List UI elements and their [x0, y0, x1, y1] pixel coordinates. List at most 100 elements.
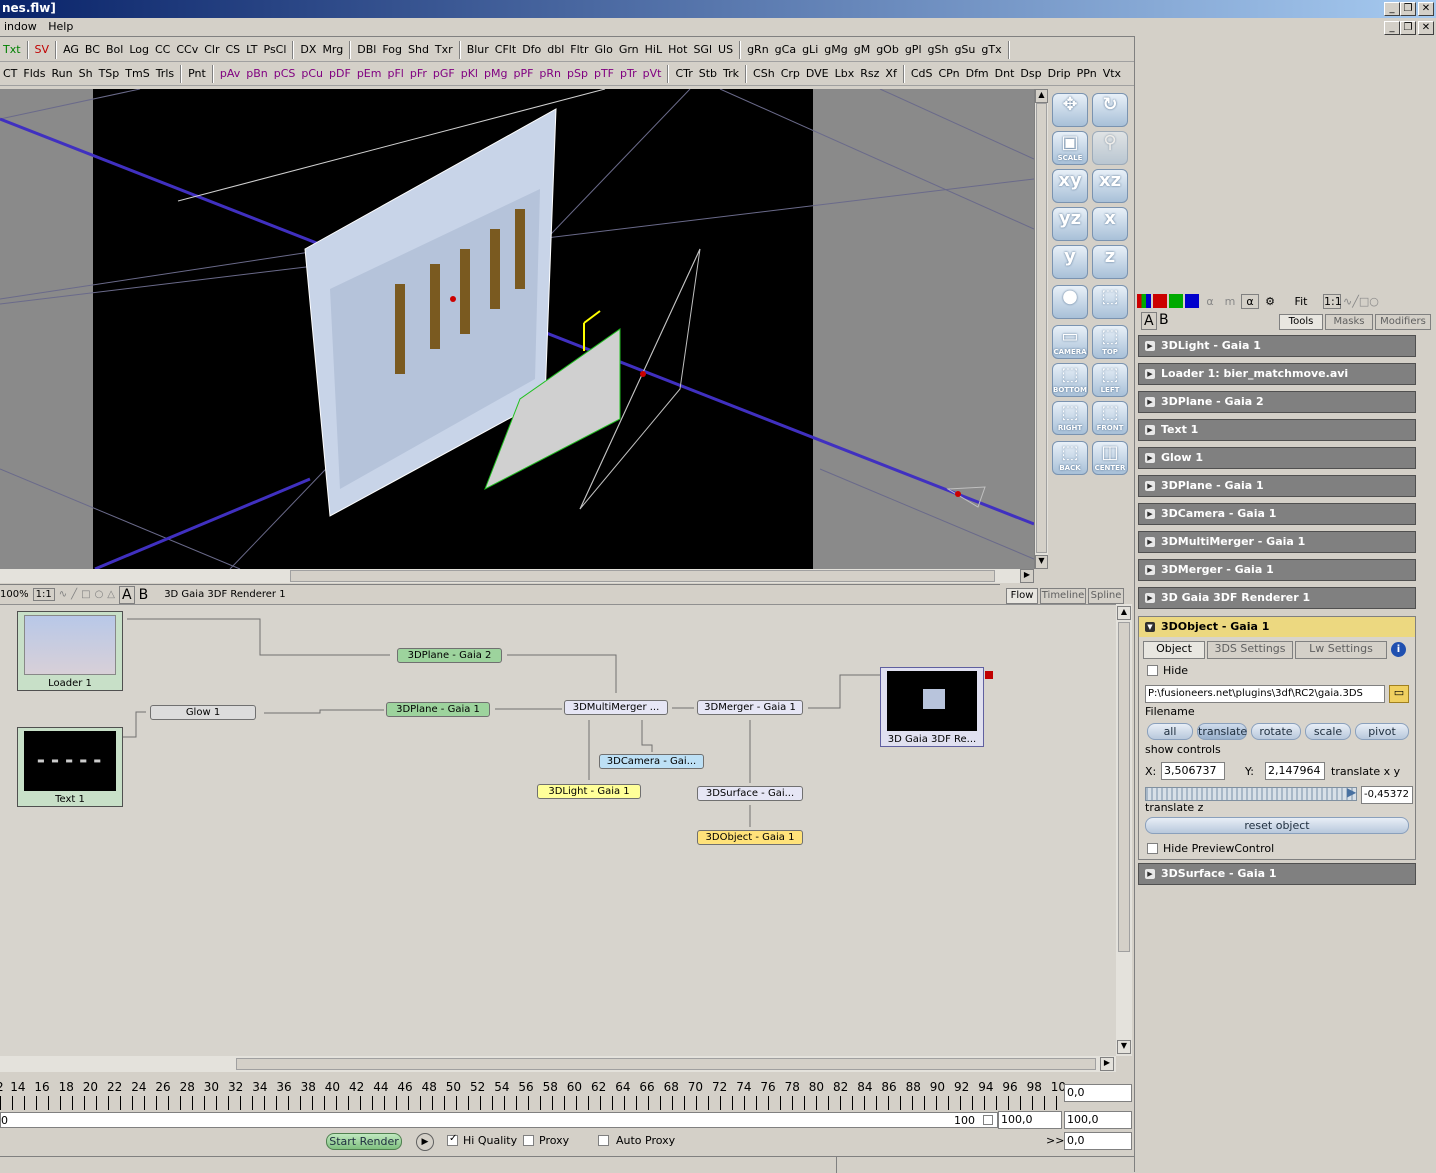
tb1-tool-gm[interactable]: gM [851, 40, 873, 60]
tb2-tool-pfl[interactable]: pFl [384, 64, 406, 84]
blue-channel-icon[interactable] [1185, 294, 1199, 308]
control-header-6[interactable]: ▶ 3DCamera - Gaia 1 [1138, 503, 1416, 525]
tab-spline[interactable]: Spline [1088, 588, 1124, 604]
tb1-tool-dbl[interactable]: DBl [354, 40, 379, 60]
tb2-tool-crp[interactable]: Crp [778, 64, 803, 84]
text-node[interactable]: ▬ ▬ ▬ ▬ ▬ Text 1 [17, 727, 123, 807]
top-view-icon[interactable]: ⬚ TOP [1092, 325, 1128, 359]
doc-close-button[interactable]: ✕ [1418, 21, 1434, 35]
tb1-tool-gca[interactable]: gCa [772, 40, 799, 60]
folder-icon[interactable]: ▭ [1389, 685, 1409, 703]
ratio-button[interactable]: 1:1 [32, 588, 55, 601]
doc-minimize-button[interactable]: _ [1384, 21, 1400, 35]
expand-icon[interactable]: ▶ [1145, 565, 1155, 575]
tb2-tool-drip[interactable]: Drip [1045, 64, 1074, 84]
camera-node[interactable]: 3DCamera - Gai... [599, 754, 704, 769]
play-icon[interactable]: ▶ [416, 1133, 434, 1151]
tb1-tool-dbl[interactable]: dbl [544, 40, 567, 60]
tb1-tool-grn[interactable]: Grn [616, 40, 642, 60]
tb2-tool-trls[interactable]: Trls [153, 64, 177, 84]
step-field[interactable]: 0,0 [1064, 1132, 1132, 1150]
surface-node[interactable]: 3DSurface - Gai... [697, 786, 803, 801]
all-button[interactable]: all [1147, 723, 1193, 740]
tb2-tool-sh[interactable]: Sh [76, 64, 96, 84]
fast-forward-icon[interactable]: >> [1046, 1134, 1064, 1147]
viewport-vscroll[interactable]: ▲ ▼ [1034, 89, 1048, 569]
tb2-tool-run[interactable]: Run [49, 64, 76, 84]
control-header-3[interactable]: ▶ Text 1 [1138, 419, 1416, 441]
info-icon[interactable]: i [1391, 642, 1406, 657]
back-view-icon[interactable]: ⬚ BACK [1052, 441, 1088, 475]
start-render-button[interactable]: Start Render [326, 1133, 402, 1150]
menu-window[interactable]: indow [0, 19, 41, 34]
tb1-tool-fog[interactable]: Fog [379, 40, 405, 60]
merger-node[interactable]: 3DMerger - Gaia 1 [697, 700, 803, 715]
expand-icon[interactable]: ▶ [1145, 509, 1155, 519]
tb1-tool-glo[interactable]: Glo [592, 40, 616, 60]
alpha-icon[interactable]: α [1201, 295, 1219, 308]
tb1-tool-dfo[interactable]: Dfo [519, 40, 544, 60]
tb2-tool-pmg[interactable]: pMg [481, 64, 510, 84]
tb1-tool-blur[interactable]: Blur [464, 40, 492, 60]
filename-input[interactable]: P:\fusioneers.net\plugins\3df\RC2\gaia.3… [1145, 685, 1385, 703]
tb2-tool-psp[interactable]: pSp [564, 64, 591, 84]
range-handle[interactable] [983, 1115, 993, 1125]
tb2-tool-dnt[interactable]: Dnt [992, 64, 1018, 84]
tb2-tool-stb[interactable]: Stb [696, 64, 720, 84]
output-port[interactable] [985, 671, 993, 679]
tb1-tool-ag[interactable]: AG [60, 40, 82, 60]
menu-help[interactable]: Help [44, 19, 77, 34]
tb1-tool-hot[interactable]: Hot [665, 40, 690, 60]
proxy-checkbox[interactable] [523, 1135, 534, 1146]
move-tool-icon[interactable]: ✥ [1052, 93, 1088, 127]
front-view-icon[interactable]: ⬚ FRONT [1092, 401, 1128, 435]
tb2-tool-csh[interactable]: CSh [750, 64, 778, 84]
tb2-tool-prn[interactable]: pRn [536, 64, 564, 84]
flow-vscroll[interactable]: ▲ ▼ [1116, 604, 1132, 1056]
subtab-3ds-settings[interactable]: 3DS Settings [1207, 641, 1293, 659]
tb2-tool-ctr[interactable]: CTr [672, 64, 695, 84]
control-header-4[interactable]: ▶ Glow 1 [1138, 447, 1416, 469]
expand-icon[interactable]: ▶ [1145, 369, 1155, 379]
alpha-active-icon[interactable]: α [1241, 293, 1259, 309]
reset-object-button[interactable]: reset object [1145, 817, 1409, 834]
restore-button[interactable]: ❐ [1400, 2, 1416, 16]
3d-viewport[interactable] [0, 89, 1034, 569]
tb1-tool-cflt[interactable]: CFlt [492, 40, 519, 60]
axis-xy-icon[interactable]: xy [1052, 169, 1088, 203]
expand-icon[interactable]: ▶ [1145, 425, 1155, 435]
tb2-tool-vtx[interactable]: Vtx [1100, 64, 1124, 84]
end-time-field[interactable]: 100,0 [998, 1111, 1062, 1129]
subtab-lw-settings[interactable]: Lw Settings [1295, 641, 1387, 659]
light-view-icon[interactable]: ● [1052, 285, 1088, 319]
plane1-node[interactable]: 3DPlane - Gaia 1 [386, 702, 490, 717]
pivot-button[interactable]: pivot [1355, 723, 1409, 740]
tb1-tool-gob[interactable]: gOb [873, 40, 902, 60]
tb1-tool-us[interactable]: US [715, 40, 736, 60]
tab-timeline[interactable]: Timeline [1040, 588, 1086, 604]
tb2-tool-pnt[interactable]: Pnt [185, 64, 209, 84]
flow-hscroll[interactable]: ▶ [0, 1056, 1116, 1072]
axis-y-icon[interactable]: y [1052, 245, 1088, 279]
curve-icon[interactable]: ∿ [59, 589, 67, 600]
tb2-tool-cpn[interactable]: CPn [936, 64, 963, 84]
axis-z-icon[interactable]: z [1092, 245, 1128, 279]
tb2-tool-dve[interactable]: DVE [803, 64, 832, 84]
object-control-header[interactable]: ▼ 3DObject - Gaia 1 [1139, 617, 1415, 637]
tb2-tool-ptf[interactable]: pTF [591, 64, 617, 84]
object-node[interactable]: 3DObject - Gaia 1 [697, 830, 803, 845]
close-button[interactable]: ✕ [1418, 2, 1434, 16]
flow-editor[interactable]: Loader 1 ▬ ▬ ▬ ▬ ▬ Text 1 3DPlane - Gaia… [0, 604, 1116, 1056]
control-header-5[interactable]: ▶ 3DPlane - Gaia 1 [1138, 475, 1416, 497]
rgb-channel-icon[interactable] [1137, 294, 1151, 308]
control-header-2[interactable]: ▶ 3DPlane - Gaia 2 [1138, 391, 1416, 413]
panel-ratio-button[interactable]: 1:1 [1323, 293, 1342, 309]
tb1-tool-sv[interactable]: SV [32, 40, 53, 60]
tb2-tool-trk[interactable]: Trk [720, 64, 742, 84]
translate-z-slider[interactable] [1145, 787, 1357, 801]
auto-proxy-checkbox[interactable] [598, 1135, 609, 1146]
tb2-tool-pcs[interactable]: pCS [271, 64, 299, 84]
tab-masks[interactable]: Masks [1325, 314, 1373, 330]
tb2-tool-pem[interactable]: pEm [354, 64, 385, 84]
tb1-tool-lt[interactable]: LT [243, 40, 260, 60]
